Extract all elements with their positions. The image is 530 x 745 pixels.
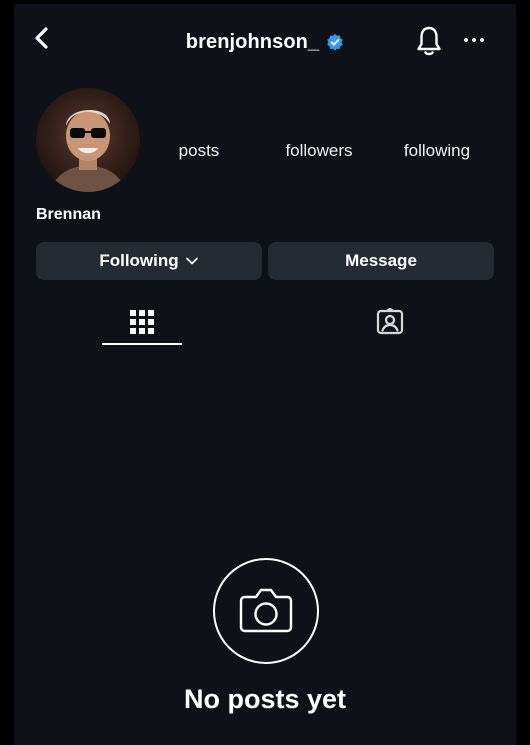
- followers-stat-label[interactable]: followers: [272, 141, 366, 161]
- following-button-label: Following: [99, 251, 179, 270]
- message-button[interactable]: Message: [268, 242, 494, 280]
- selected-tab-indicator: [102, 343, 182, 345]
- tagged-person-icon: [376, 308, 404, 335]
- avatar-photo: [36, 88, 140, 192]
- following-button[interactable]: Following: [36, 242, 262, 280]
- tab-tagged[interactable]: [350, 302, 430, 346]
- profile-screen: brenjohnson_ posts followers following B…: [14, 4, 516, 745]
- posts-stat-label[interactable]: posts: [162, 141, 236, 161]
- profile-avatar[interactable]: [36, 88, 140, 192]
- display-name: Brennan: [36, 206, 101, 223]
- tab-posts-grid[interactable]: [102, 302, 182, 346]
- grid-icon: [130, 310, 154, 334]
- camera-icon: [213, 558, 319, 664]
- empty-state-text: No posts yet: [183, 684, 347, 714]
- more-dots-icon[interactable]: [462, 32, 486, 48]
- following-stat-label[interactable]: following: [392, 141, 482, 161]
- bell-icon[interactable]: [414, 24, 444, 58]
- verified-badge-icon: [327, 33, 344, 51]
- message-button-label: Message: [345, 251, 417, 270]
- chevron-down-icon: [185, 257, 198, 265]
- username-title: brenjohnson_: [185, 30, 320, 53]
- top-bar: brenjohnson_: [14, 4, 516, 78]
